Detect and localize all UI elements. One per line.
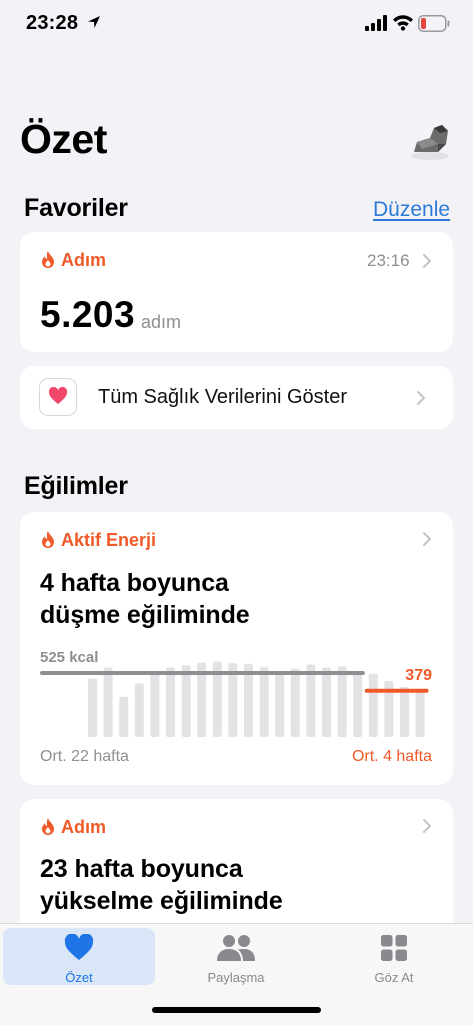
avg-22-week-label: Ort. 22 hafta [40,748,129,765]
headline-line-2: düşme eğiliminde [40,601,250,629]
chart-bar [353,672,363,737]
active-energy-trend-card[interactable]: Aktif Enerji 4 hafta boyunca düşme eğili… [20,512,453,785]
edit-favorites-link[interactable]: Düzenle [373,198,450,222]
chart-bar [166,667,175,737]
trends-section-title: Eğilimler [24,472,128,500]
tab-summary[interactable]: Özet [3,928,155,985]
steps-favorite-card[interactable]: Adım 23:16 5.203 adım [20,232,453,352]
tab-summary-label: Özet [65,970,93,985]
status-time: 23:28 [26,12,79,34]
show-all-health-data-row[interactable]: Tüm Sağlık Verilerini Göster [20,366,453,429]
steps-trend-category-label: Adım [61,817,106,837]
chart-bar [368,673,378,737]
battery-icon [418,15,450,32]
chart-bar [306,664,316,737]
location-arrow-icon [88,16,100,28]
chevron-right-icon [423,532,431,546]
chevron-right-icon [417,391,425,405]
chart-bar [415,689,425,737]
headline-line-1: 4 hafta boyunca [40,569,229,597]
steps-category: Adım [40,250,106,271]
tab-browse-label: Göz At [374,970,414,985]
people-icon [217,935,255,961]
avg-4-week-label: Ort. 4 hafta [351,748,432,765]
grid-icon [381,935,407,961]
chevron-right-icon [423,254,431,268]
chart-bar [88,678,97,737]
tab-sharing-label: Paylaşma [207,970,265,985]
home-indicator [152,1007,321,1013]
steps-value: 5.203 [40,294,136,335]
flame-icon [42,251,54,268]
steps-timestamp: 23:16 [367,251,410,270]
tab-browse[interactable]: Göz At [318,928,470,985]
headline-line-2: yükselme eğiliminde [40,887,283,915]
avg-22-week-value: 525 kcal [40,649,99,666]
tab-sharing[interactable]: Paylaşma [160,928,312,985]
steps-trend-card[interactable]: Adım 23 hafta boyunca yükselme eğilimind… [20,799,453,939]
avg-4-week-value: 379 [405,667,432,684]
chart-bar [290,668,300,737]
headline-line-1: 23 hafta boyunca [40,855,243,883]
favorites-section-title: Favoriler [24,194,128,222]
chart-bar [400,687,409,737]
show-all-health-data-label: Tüm Sağlık Verilerini Göster [98,386,347,408]
chart-bar [134,683,144,737]
chart-bar [119,696,129,737]
cellular-signal-icon [365,15,387,31]
heart-icon [64,934,94,960]
flame-icon [42,818,54,835]
chart-bar [322,667,331,737]
wifi-icon [393,15,413,31]
active-energy-headline: 4 hafta boyunca düşme eğiliminde [40,567,250,631]
steps-trend-headline: 23 hafta boyunca yükselme eğiliminde [40,853,283,917]
chart-bar [150,672,160,737]
avatar[interactable] [408,122,452,162]
chart-bar [103,667,113,737]
chart-bar [275,671,285,737]
steps-category-label: Adım [61,250,106,270]
active-energy-category: Aktif Enerji [40,530,156,551]
flame-icon [42,531,54,548]
chart-bar [259,666,269,737]
heart-icon [48,387,68,404]
steps-unit: adım [141,312,182,332]
chart-bar [337,666,347,737]
chart-bar [181,665,191,737]
chevron-right-icon [423,819,431,833]
active-energy-trend-chart [40,661,429,737]
page-title: Özet [20,116,107,162]
steps-trend-category: Adım [40,817,106,838]
health-app-icon [39,378,77,416]
active-energy-category-label: Aktif Enerji [61,530,157,550]
